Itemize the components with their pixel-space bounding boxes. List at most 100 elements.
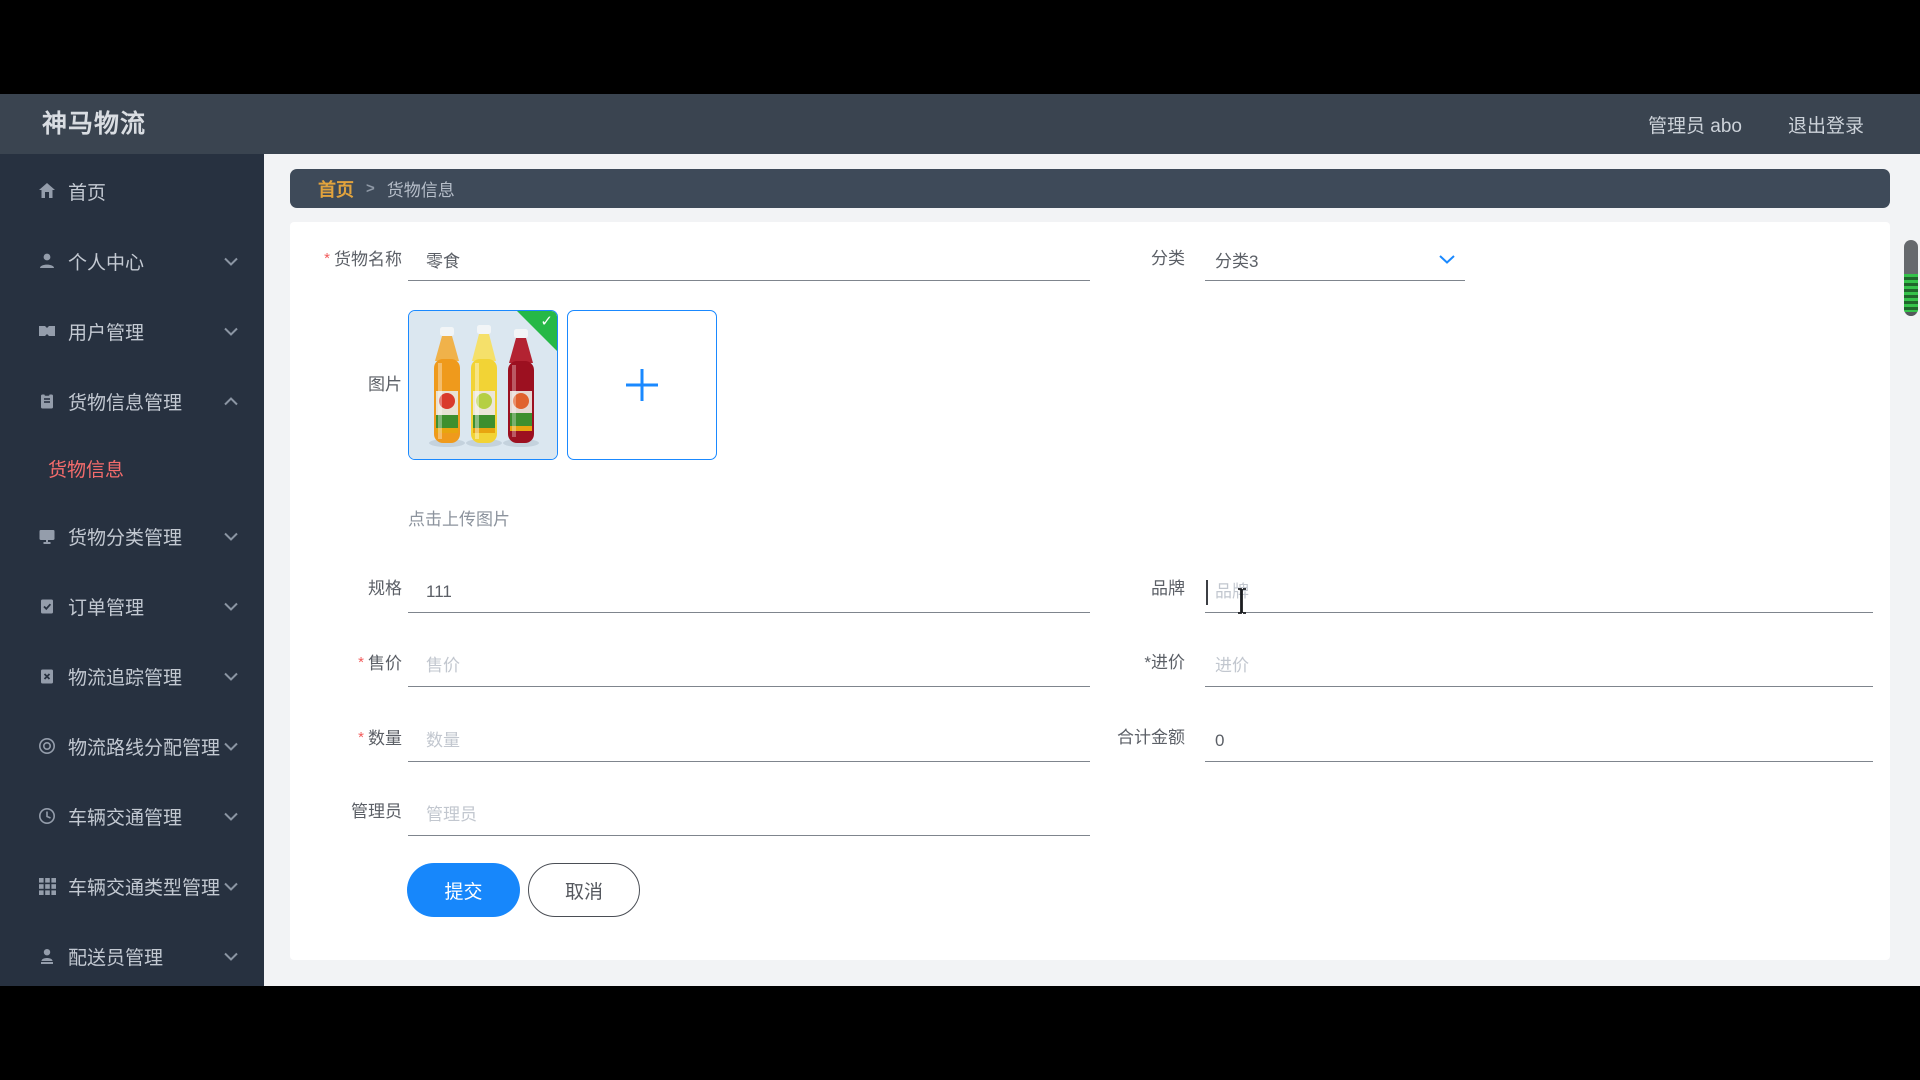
clock-icon [36,805,58,827]
sidebar-item-label: 首页 [68,182,107,204]
top-header: 神马物流 管理员 abo 退出登录 [0,94,1920,154]
scrollbar-thumb[interactable] [1904,240,1918,316]
cargo-name-label: * 货物名称 [324,250,402,269]
brand-input[interactable] [1205,571,1873,612]
sidebar-subitem-cargo-info-active[interactable]: 货物信息 [0,438,264,498]
category-label: 分类 [1151,249,1185,268]
chevron-down-icon [224,602,238,611]
total-amount-input[interactable] [1205,720,1873,761]
chevron-down-icon [224,812,238,821]
required-asterisk: * [358,729,364,746]
chevron-up-icon [224,396,238,405]
sidebar-item-personal-center[interactable]: 个人中心 [0,226,264,296]
sidebar-item-label: 订单管理 [68,597,145,619]
breadcrumb: 首页 > 货物信息 [290,169,1890,208]
sidebar-item-vehicle-type-management[interactable]: 车辆交通类型管理 [0,851,264,921]
spec-label: 规格 [368,579,402,598]
spec-field-wrap [408,571,1090,613]
sidebar-item-courier-management[interactable]: 配送员管理 [0,921,264,991]
ibeam-cursor [1238,588,1246,614]
breadcrumb-current: 货物信息 [386,181,455,200]
header-right: 管理员 abo 退出登录 [1648,94,1864,154]
app-window: 神马物流 管理员 abo 退出登录 首页 个人中心 用户管理 货物信息管理 货物… [0,0,1920,1080]
sidebar-subitem-label: 货物信息 [48,459,125,481]
user-icon [36,250,58,272]
chevron-down-icon [1439,255,1455,264]
monitor-icon [36,525,58,547]
text-caret [1206,580,1208,605]
sidebar-item-logistics-tracking-management[interactable]: 物流追踪管理 [0,641,264,711]
sidebar-item-label: 配送员管理 [68,947,164,969]
sidebar-item-cargo-category-management[interactable]: 货物分类管理 [0,501,264,571]
sidebar-item-order-management[interactable]: 订单管理 [0,571,264,641]
category-select[interactable]: 分类3 [1205,239,1465,281]
breadcrumb-home-link[interactable]: 首页 [318,176,354,202]
buy-price-label: *进价 [1144,653,1185,672]
grid-icon [36,875,58,897]
clipboard-check-icon [36,595,58,617]
chevron-down-icon [224,952,238,961]
sell-price-field-wrap [408,645,1090,687]
upload-hint-text: 点击上传图片 [408,510,510,529]
breadcrumb-separator: > [366,180,375,197]
sidebar-item-label: 车辆交通类型管理 [68,877,221,899]
sidebar-item-home[interactable]: 首页 [0,156,264,226]
scrollbar-cap [1906,312,1916,316]
sidebar-item-route-assignment-management[interactable]: 物流路线分配管理 [0,711,264,781]
manager-label: 管理员 [351,802,402,821]
users-icon [36,320,58,342]
chevron-down-icon [224,742,238,751]
required-asterisk: * [1144,653,1151,672]
cancel-button[interactable]: 取消 [528,863,640,917]
image-label: 图片 [368,375,402,394]
chevron-down-icon [224,882,238,891]
app-logo: 神马物流 [42,110,147,138]
clipboard-icon [36,390,58,412]
sidebar-item-label: 物流路线分配管理 [68,737,221,759]
target-icon [36,735,58,757]
courier-icon [36,945,58,967]
chevron-down-icon [224,327,238,336]
cargo-name-field-wrap [408,239,1090,281]
total-amount-label: 合计金额 [1117,728,1185,747]
required-asterisk: * [324,250,330,267]
sell-price-input[interactable] [408,645,1090,686]
sidebar-item-cargo-info-management[interactable]: 货物信息管理 [0,366,264,436]
submit-button[interactable]: 提交 [407,863,520,917]
sidebar-item-label: 货物分类管理 [68,527,183,549]
required-asterisk: * [358,654,364,671]
brand-field-wrap [1205,571,1873,613]
current-user-label: 管理员 abo [1648,115,1742,137]
quantity-input[interactable] [408,720,1090,761]
sidebar-item-vehicle-traffic-management[interactable]: 车辆交通管理 [0,781,264,851]
main-viewport: 首页 个人中心 用户管理 货物信息管理 货物信息 货物分类管理 订单管理 物流追… [0,154,1920,986]
buy-price-input[interactable] [1205,645,1873,686]
brand-label: 品牌 [1151,579,1185,598]
cargo-name-input[interactable] [408,239,1090,280]
chevron-down-icon [224,532,238,541]
upload-image-button[interactable] [567,310,717,460]
sell-price-label: * 售价 [358,654,402,673]
sidebar-item-label: 车辆交通管理 [68,807,183,829]
chevron-down-icon [224,672,238,681]
clipboard-x-icon [36,665,58,687]
total-amount-field-wrap [1205,720,1873,762]
sidebar-nav: 首页 个人中心 用户管理 货物信息管理 货物信息 货物分类管理 订单管理 物流追… [0,154,264,986]
category-selected-value: 分类3 [1215,252,1259,271]
scrollbar-stripes [1904,274,1918,312]
buy-price-field-wrap [1205,645,1873,687]
plus-icon [626,369,658,401]
sidebar-item-label: 物流追踪管理 [68,667,183,689]
sidebar-item-label: 货物信息管理 [68,392,183,414]
uploaded-image-thumbnail[interactable]: ✓ [408,310,558,460]
quantity-label: * 数量 [358,729,402,748]
chevron-down-icon [224,257,238,266]
cargo-info-form-card: *货物名称 分类 分类3 图片 [290,222,1890,960]
sidebar-item-label: 个人中心 [68,252,145,274]
quantity-field-wrap [408,720,1090,762]
sidebar-item-user-management[interactable]: 用户管理 [0,296,264,366]
manager-field-wrap [408,794,1090,836]
manager-input[interactable] [408,794,1090,835]
logout-link[interactable]: 退出登录 [1788,111,1864,138]
spec-input[interactable] [408,571,1090,612]
